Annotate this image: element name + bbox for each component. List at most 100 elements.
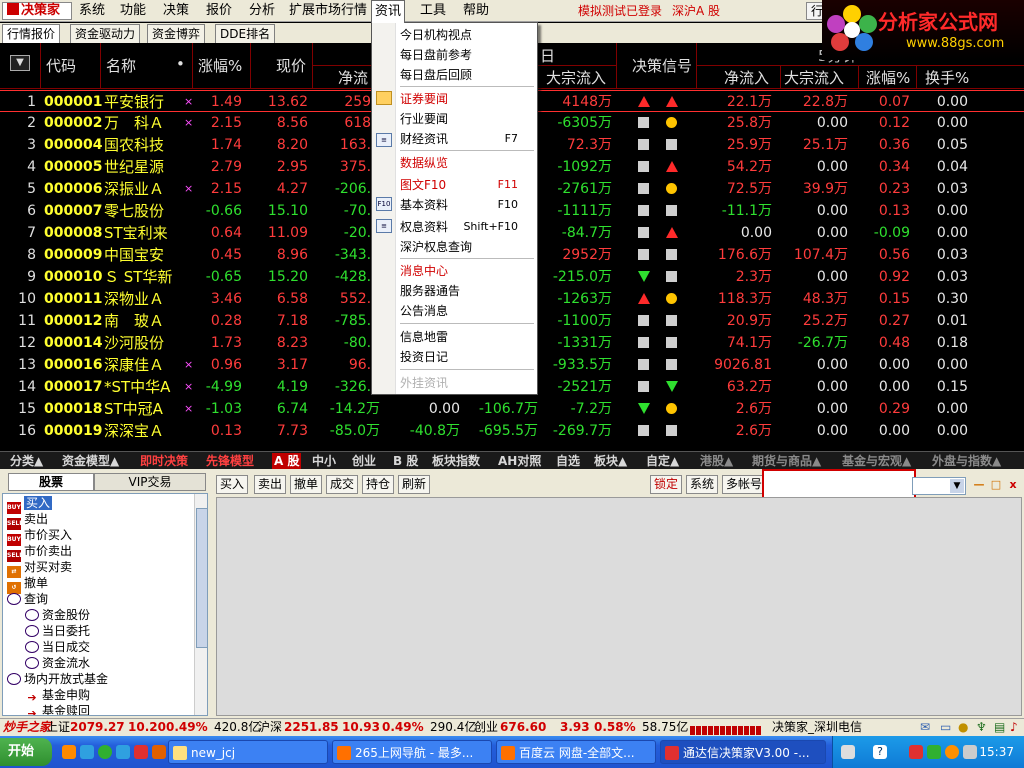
- tree-item[interactable]: 场内开放式基金: [7, 671, 108, 687]
- tree-item[interactable]: BUY 市价买入: [7, 527, 72, 546]
- tab-capital-game[interactable]: 资金博弈: [147, 24, 206, 43]
- positions-button[interactable]: 持仓: [362, 475, 395, 494]
- antenna-icon[interactable]: ♆: [976, 719, 987, 736]
- volume-icon[interactable]: [963, 745, 977, 759]
- menu-item[interactable]: 投资日记: [400, 347, 534, 367]
- tray-icon-5[interactable]: [945, 745, 959, 759]
- start-button[interactable]: 开始: [0, 738, 52, 766]
- menu-item[interactable]: 每日盘前参考: [400, 45, 534, 65]
- tree-item[interactable]: ➔ 基金申购: [25, 687, 90, 704]
- cat-custom[interactable]: 自定▲: [646, 453, 679, 469]
- header-name[interactable]: 名称: [106, 55, 136, 76]
- system-button[interactable]: 系统: [686, 475, 719, 494]
- tree-item[interactable]: 当日委托: [25, 623, 90, 639]
- table-row[interactable]: 15 000018 ST中冠A × -1.03 6.74 -14.2万 0.00 -106.7万…: [0, 398, 1024, 420]
- lock-button[interactable]: 锁定: [650, 475, 683, 494]
- multi-account-button[interactable]: 多帐号: [722, 475, 767, 494]
- tree-item[interactable]: SELL卖出: [7, 511, 48, 530]
- header-change-pct-5m[interactable]: 涨幅%: [866, 67, 910, 88]
- menu-item[interactable]: 数据纵览: [400, 153, 534, 173]
- coin-icon[interactable]: ●: [958, 719, 968, 736]
- menu-help[interactable]: 帮助: [460, 0, 492, 22]
- quicklaunch-icon-5[interactable]: [134, 745, 148, 759]
- tree-item[interactable]: ⇄ 对买对卖: [7, 559, 72, 578]
- header-signal[interactable]: 决策信号: [632, 55, 692, 76]
- tree-item[interactable]: ↺ 撤单: [7, 575, 48, 594]
- menu-item[interactable]: 服务器通告: [400, 281, 534, 301]
- tree-item[interactable]: SELL市价卖出: [7, 543, 72, 562]
- tree-item[interactable]: 资金股份: [25, 607, 90, 623]
- cat-sme[interactable]: 中小: [312, 453, 336, 469]
- menu-analysis[interactable]: 分析: [246, 0, 278, 22]
- buy-button[interactable]: 买入: [216, 475, 249, 494]
- sort-menu-button[interactable]: ▼: [10, 55, 30, 71]
- cat-sector-index[interactable]: 板块指数: [432, 453, 480, 469]
- cancel-order-button[interactable]: 撤单: [290, 475, 323, 494]
- header-turnover[interactable]: 换手%: [925, 67, 969, 88]
- table-row[interactable]: 16 000019 深深宝Ａ 0.13 7.73 -85.0万 -40.8万 -695.5万 -…: [0, 420, 1024, 442]
- menu-item[interactable]: 每日盘后回顾: [400, 65, 534, 85]
- cat-overseas[interactable]: 外盘与指数▲: [932, 453, 1001, 469]
- tab-stocks[interactable]: 股票: [8, 473, 94, 491]
- tree-item[interactable]: 资金流水: [25, 655, 90, 671]
- chevron-down-icon[interactable]: ▼: [950, 479, 964, 493]
- cat-b-share[interactable]: B 股: [393, 453, 418, 469]
- cat-watchlist[interactable]: 自选: [556, 453, 580, 469]
- task-new-jcj[interactable]: new_jcj: [168, 740, 328, 764]
- menu-function[interactable]: 功能: [117, 0, 149, 22]
- header-block-inflow[interactable]: 大宗流入: [546, 67, 606, 88]
- close-icon[interactable]: x: [1007, 479, 1019, 491]
- maximize-icon[interactable]: □: [990, 479, 1002, 491]
- menu-item[interactable]: 权息资料 Shift+F10: [400, 217, 534, 237]
- cat-futures[interactable]: 期货与商品▲: [752, 453, 821, 469]
- tree-item[interactable]: BUY 买入: [7, 495, 53, 514]
- menu-item[interactable]: 图文F10 F11: [400, 175, 534, 195]
- tab-dde-rank[interactable]: DDE排名: [215, 24, 276, 43]
- header-price[interactable]: 现价: [276, 55, 306, 76]
- menu-item[interactable]: 证券要闻: [400, 89, 534, 109]
- cat-classify[interactable]: 分类▲: [10, 453, 43, 469]
- minimize-icon[interactable]: —: [973, 479, 985, 491]
- menu-item[interactable]: 信息地雷: [400, 327, 534, 347]
- menu-quote[interactable]: 报价: [203, 0, 235, 22]
- quicklaunch-icon-6[interactable]: [152, 745, 166, 759]
- cat-hk[interactable]: 港股▲: [700, 453, 733, 469]
- network-icon[interactable]: ▤: [994, 719, 1005, 736]
- cat-capital-model[interactable]: 资金模型▲: [62, 453, 119, 469]
- menu-extended-market[interactable]: 扩展市场行情: [286, 0, 370, 22]
- tab-capital-drive[interactable]: 资金驱动力: [70, 24, 141, 43]
- cat-pioneer-model[interactable]: 先锋模型: [206, 453, 254, 469]
- tree-item[interactable]: 当日成交: [25, 639, 90, 655]
- task-265-nav[interactable]: 265上网导航 - 最多...: [332, 740, 492, 764]
- bell-icon[interactable]: ♪: [1010, 719, 1018, 736]
- header-change-pct[interactable]: 涨幅%: [198, 55, 242, 76]
- tab-vip-trade[interactable]: VIP交易: [94, 473, 206, 491]
- menu-info[interactable]: 资讯: [371, 0, 406, 23]
- menu-item[interactable]: 财经资讯 F7: [400, 129, 534, 149]
- tray-icon-3[interactable]: [909, 745, 923, 759]
- desktop-quicklaunch-icon[interactable]: [116, 745, 130, 759]
- cat-ah-compare[interactable]: AH对照: [498, 453, 541, 469]
- menu-item[interactable]: 基本资料 F10: [400, 195, 534, 215]
- tree-scrollbar[interactable]: [194, 494, 207, 715]
- menu-item[interactable]: 今日机构视点: [400, 25, 534, 45]
- sell-button[interactable]: 卖出: [254, 475, 287, 494]
- menu-system[interactable]: 系统: [76, 0, 108, 22]
- header-code[interactable]: 代码: [46, 55, 76, 76]
- cat-fund-macro[interactable]: 基金与宏观▲: [842, 453, 911, 469]
- help-icon[interactable]: ?: [873, 745, 887, 759]
- menu-decision[interactable]: 决策: [160, 0, 192, 22]
- task-baidu-cloud[interactable]: 百度云 网盘-全部文...: [496, 740, 656, 764]
- account-select[interactable]: ▼: [912, 477, 966, 495]
- browser-quicklaunch-icon[interactable]: [62, 745, 76, 759]
- refresh-button[interactable]: 刷新: [398, 475, 431, 494]
- menu-item[interactable]: 深沪权息查询: [400, 237, 534, 257]
- header-block-inflow-5m[interactable]: 大宗流入: [784, 67, 844, 88]
- tray-icon-4[interactable]: [927, 745, 941, 759]
- keyboard-icon[interactable]: [841, 745, 855, 759]
- tab-quotes[interactable]: 行情报价: [2, 24, 61, 43]
- header-net-inflow-5m[interactable]: 净流入: [724, 67, 769, 88]
- menu-item[interactable]: 行业要闻: [400, 109, 534, 129]
- ie-quicklaunch-icon[interactable]: [80, 745, 94, 759]
- task-tdx-jcj[interactable]: 通达信决策家V3.00 -...: [660, 740, 826, 764]
